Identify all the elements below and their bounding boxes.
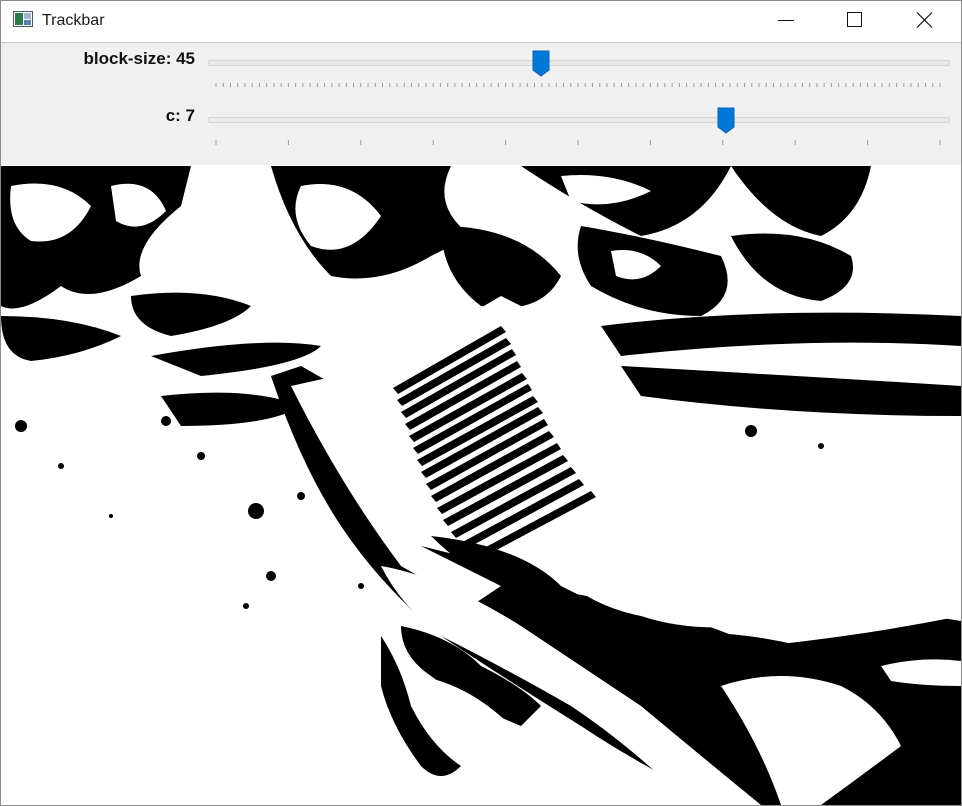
title-bar[interactable]: Trackbar [1, 1, 961, 43]
thresholded-image-drawing [1, 166, 961, 805]
block-size-label: block-size: 45 [83, 49, 196, 68]
maximize-icon [847, 12, 862, 27]
window-title: Trackbar [42, 12, 105, 29]
thresholded-image [1, 166, 961, 805]
c-ticks [215, 140, 941, 145]
c-thumb[interactable] [717, 107, 735, 134]
block-size-ticks [215, 83, 941, 87]
minimize-button[interactable] [763, 1, 809, 41]
maximize-button[interactable] [832, 1, 878, 41]
block-size-thumb[interactable] [532, 50, 550, 77]
opencv-window-icon [13, 11, 33, 27]
trackbar-window: Trackbar block-size: 45 c: 7 [0, 0, 962, 806]
c-track[interactable] [208, 117, 950, 123]
minimize-icon [778, 20, 794, 21]
close-icon [916, 12, 933, 28]
close-button[interactable] [902, 1, 948, 41]
block-size-track[interactable] [208, 60, 950, 66]
trackbar-panel: block-size: 45 c: 7 [1, 43, 961, 165]
c-label: c: 7 [165, 106, 195, 125]
